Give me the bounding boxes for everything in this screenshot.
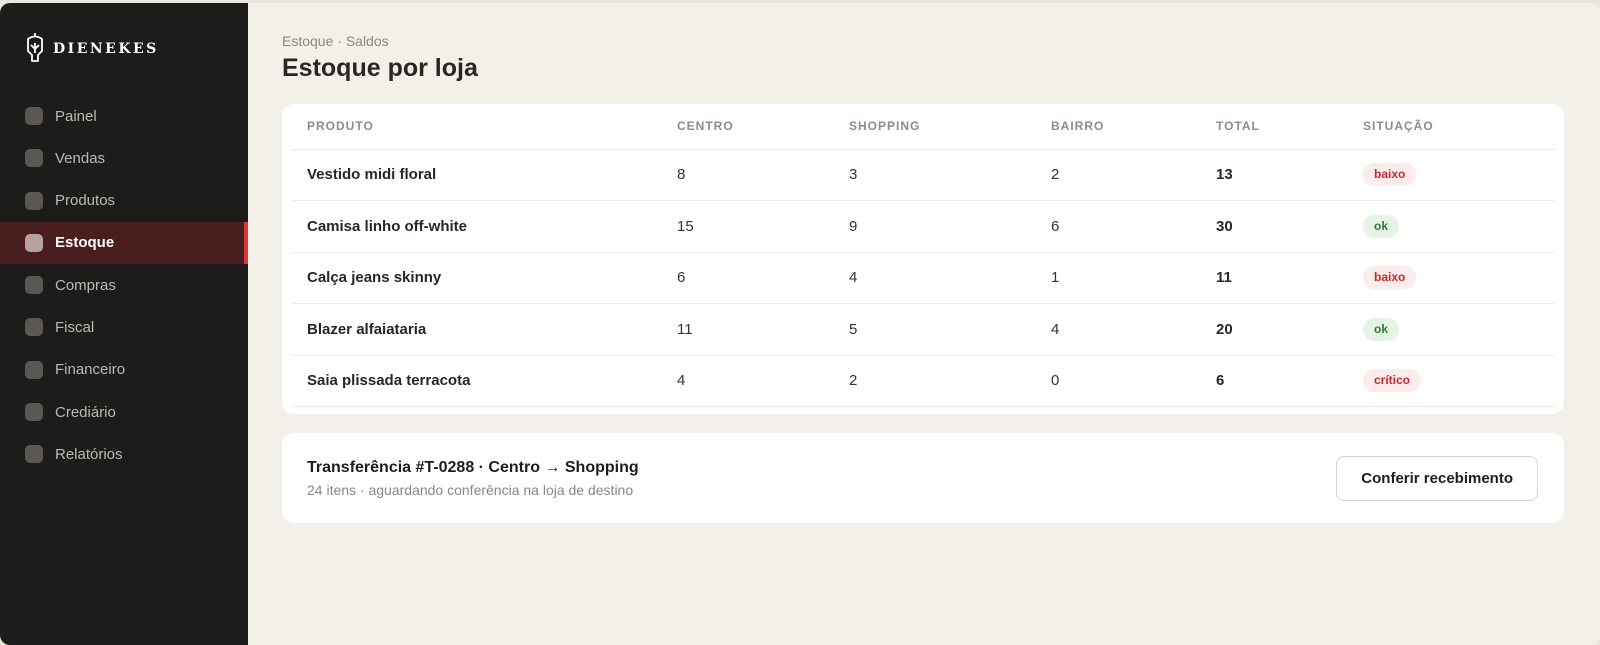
- cell-total: 20: [1216, 303, 1363, 356]
- sidebar-item-compras[interactable]: Compras: [0, 264, 248, 306]
- estoque-icon: [25, 233, 43, 252]
- cell-shopping: 5: [849, 303, 1051, 356]
- sidebar-item-label: Produtos: [55, 192, 116, 210]
- cell-situacao: baixo: [1363, 149, 1555, 201]
- vendas-icon: [25, 149, 43, 168]
- cell-total: 30: [1216, 200, 1363, 253]
- stock-table-card: PRODUTO CENTRO SHOPPING BAIRRO TOTAL SIT…: [282, 104, 1564, 414]
- app-window: DIENEKES Painel Vendas Produtos Estoque …: [0, 3, 1600, 645]
- column-header-total[interactable]: TOTAL: [1216, 104, 1363, 150]
- financeiro-icon: [25, 360, 43, 379]
- sidebar-item-label: Vendas: [55, 149, 106, 167]
- sidebar-item-label: Financeiro: [55, 361, 126, 379]
- confirm-receipt-button[interactable]: Conferir recebimento: [1336, 455, 1538, 501]
- page-title: Estoque por loja: [282, 54, 478, 82]
- breadcrumb[interactable]: Estoque · Saldos: [282, 33, 1564, 49]
- cell-bairro: 6: [1051, 200, 1216, 253]
- stock-table: PRODUTO CENTRO SHOPPING BAIRRO TOTAL SIT…: [291, 104, 1555, 407]
- column-header-situacao[interactable]: SITUAÇÃO: [1363, 104, 1555, 150]
- cell-shopping: 4: [849, 252, 1051, 304]
- sidebar-item-estoque[interactable]: Estoque: [0, 221, 248, 264]
- column-header-produto[interactable]: PRODUTO: [291, 104, 677, 150]
- status-badge: ok: [1363, 317, 1400, 341]
- cell-centro: 15: [677, 200, 849, 253]
- cell-bairro: 2: [1051, 149, 1216, 201]
- cell-situacao: crítico: [1363, 355, 1555, 407]
- cell-bairro: 4: [1051, 303, 1216, 356]
- cell-shopping: 2: [849, 355, 1051, 407]
- table-row[interactable]: Blazer alfaiataria 11 5 4 20 ok: [291, 303, 1555, 356]
- fiscal-icon: [25, 318, 43, 337]
- brand-name: DIENEKES: [53, 41, 159, 57]
- cell-centro: 11: [677, 303, 849, 356]
- transfer-title: Transferência #T-0288 · Centro → Shoppin…: [307, 458, 639, 476]
- sidebar-item-crediario[interactable]: Crediário: [0, 391, 248, 433]
- sidebar-item-label: Fiscal: [55, 318, 95, 336]
- compras-icon: [25, 276, 43, 295]
- table-header-row: PRODUTO CENTRO SHOPPING BAIRRO TOTAL SIT…: [291, 104, 1555, 150]
- cell-shopping: 3: [849, 149, 1051, 201]
- helmet-logo-icon: [25, 31, 45, 68]
- sidebar: DIENEKES Painel Vendas Produtos Estoque …: [0, 3, 248, 645]
- main-content: Estoque · Saldos Estoque por loja PRODUT…: [248, 3, 1600, 645]
- brand[interactable]: DIENEKES: [0, 3, 248, 95]
- sidebar-item-painel[interactable]: Painel: [0, 95, 248, 137]
- column-header-bairro[interactable]: BAIRRO: [1051, 104, 1216, 150]
- relatorios-icon: [25, 445, 43, 464]
- cell-produto: Blazer alfaiataria: [291, 303, 677, 356]
- cell-produto: Vestido midi floral: [291, 149, 677, 201]
- sidebar-item-label: Compras: [55, 276, 116, 294]
- sidebar-nav: Painel Vendas Produtos Estoque Compras F…: [0, 95, 248, 475]
- cell-centro: 4: [677, 355, 849, 407]
- sidebar-item-relatorios[interactable]: Relatórios: [0, 433, 248, 475]
- cell-situacao: ok: [1363, 303, 1555, 356]
- cell-total: 13: [1216, 149, 1363, 201]
- table-row[interactable]: Saia plissada terracota 4 2 0 6 crítico: [291, 355, 1555, 407]
- cell-centro: 8: [677, 149, 849, 201]
- status-badge: baixo: [1363, 163, 1417, 187]
- cell-total: 6: [1216, 355, 1363, 407]
- table-row[interactable]: Vestido midi floral 8 3 2 13 baixo: [291, 149, 1555, 201]
- column-header-centro[interactable]: CENTRO: [677, 104, 849, 150]
- crediario-icon: [25, 403, 43, 422]
- cell-shopping: 9: [849, 200, 1051, 253]
- sidebar-item-label: Painel: [55, 107, 97, 125]
- cell-produto: Camisa linho off-white: [291, 200, 677, 253]
- painel-icon: [25, 107, 43, 125]
- table-row[interactable]: Calça jeans skinny 6 4 1 11 baixo: [291, 252, 1555, 304]
- sidebar-item-label: Relatórios: [55, 445, 123, 463]
- sidebar-item-fiscal[interactable]: Fiscal: [0, 306, 248, 348]
- sidebar-item-label: Crediário: [55, 403, 116, 421]
- cell-situacao: ok: [1363, 200, 1555, 253]
- cell-situacao: baixo: [1363, 252, 1555, 304]
- status-badge: crítico: [1363, 369, 1422, 393]
- cell-bairro: 0: [1051, 355, 1216, 407]
- transfer-subtitle: 24 itens · aguardando conferência na loj…: [307, 481, 634, 498]
- cell-produto: Saia plissada terracota: [291, 355, 677, 407]
- cell-bairro: 1: [1051, 252, 1216, 304]
- status-badge: ok: [1363, 214, 1400, 238]
- cell-produto: Calça jeans skinny: [291, 252, 677, 304]
- produtos-icon: [25, 191, 43, 210]
- column-header-shopping[interactable]: SHOPPING: [849, 104, 1051, 150]
- transfer-info: Transferência #T-0288 · Centro → Shoppin…: [307, 459, 639, 498]
- cell-centro: 6: [677, 252, 849, 304]
- sidebar-item-vendas[interactable]: Vendas: [0, 137, 248, 179]
- cell-total: 11: [1216, 252, 1363, 304]
- status-badge: baixo: [1363, 266, 1417, 290]
- sidebar-item-produtos[interactable]: Produtos: [0, 180, 248, 222]
- sidebar-item-label: Estoque: [55, 234, 115, 252]
- transfer-card: Transferência #T-0288 · Centro → Shoppin…: [282, 433, 1564, 523]
- table-row[interactable]: Camisa linho off-white 15 9 6 30 ok: [291, 200, 1555, 253]
- sidebar-item-financeiro[interactable]: Financeiro: [0, 349, 248, 391]
